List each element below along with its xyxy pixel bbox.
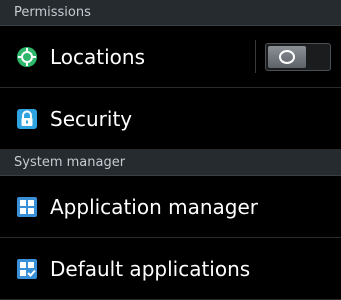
application-manager-label: Application manager (50, 194, 258, 219)
locations-label: Locations (50, 44, 146, 69)
locations-toggle[interactable] (265, 42, 331, 71)
toggle-knob (268, 45, 306, 68)
toggle-off-icon (279, 49, 295, 64)
app-grid-check-icon (16, 258, 38, 280)
toggle-divider (255, 40, 256, 73)
locations-row[interactable]: Locations (0, 26, 341, 88)
app-grid-icon (16, 196, 38, 218)
lock-icon (16, 108, 38, 130)
default-applications-row[interactable]: Default applications (0, 238, 341, 300)
default-applications-label: Default applications (50, 256, 251, 281)
security-label: Security (50, 106, 133, 131)
section-header-system-manager: System manager (0, 150, 341, 176)
location-target-icon (16, 46, 38, 68)
section-header-permissions: Permissions (0, 0, 341, 26)
security-row[interactable]: Security (0, 88, 341, 150)
application-manager-row[interactable]: Application manager (0, 176, 341, 238)
locations-toggle-area (255, 26, 341, 87)
